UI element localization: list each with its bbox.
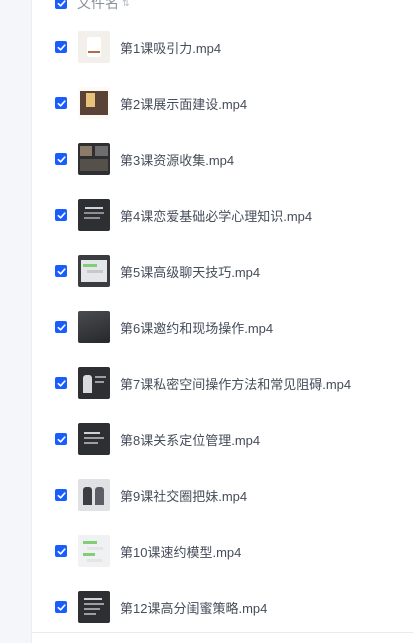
checkmark-icon: [57, 491, 66, 499]
checkmark-icon: [57, 99, 66, 107]
file-name[interactable]: 第7课私密空间操作方法和常见阻碍.mp4: [120, 374, 351, 393]
video-thumbnail: [78, 423, 110, 455]
file-name[interactable]: 第9课社交圈把妹.mp4: [120, 486, 247, 505]
file-name[interactable]: 第6课邀约和现场操作.mp4: [120, 318, 273, 337]
list-divider: [32, 632, 413, 633]
video-thumbnail: [78, 143, 110, 175]
file-list: 文件名 ⇅ 第1课吸引力.mp4 第2课展示面建设.mp4 第3课资源收集.mp…: [32, 0, 413, 643]
column-header-label: 文件名: [77, 0, 119, 11]
file-checkbox[interactable]: [55, 97, 67, 109]
checkmark-icon: [57, 435, 66, 443]
file-checkbox[interactable]: [55, 41, 67, 53]
checkmark-icon: [57, 379, 66, 387]
file-row[interactable]: 第8课关系定位管理.mp4: [32, 411, 413, 467]
file-checkbox[interactable]: [55, 433, 67, 445]
file-row[interactable]: 第2课展示面建设.mp4: [32, 75, 413, 131]
file-name[interactable]: 第3课资源收集.mp4: [120, 150, 234, 169]
file-checkbox[interactable]: [55, 601, 67, 613]
file-row[interactable]: 第5课高级聊天技巧.mp4: [32, 243, 413, 299]
video-thumbnail: [78, 591, 110, 623]
file-name[interactable]: 第4课恋爱基础必学心理知识.mp4: [120, 206, 312, 225]
file-checkbox[interactable]: [55, 209, 67, 221]
sidebar-strip: [0, 0, 32, 643]
file-name[interactable]: 第8课关系定位管理.mp4: [120, 430, 260, 449]
file-row[interactable]: 第3课资源收集.mp4: [32, 131, 413, 187]
checkmark-icon: [57, 0, 66, 7]
checkmark-icon: [57, 547, 66, 555]
file-checkbox[interactable]: [55, 489, 67, 501]
file-name[interactable]: 第12课高分闺蜜策略.mp4: [120, 598, 267, 617]
select-all-checkbox[interactable]: [55, 0, 67, 9]
checkmark-icon: [57, 43, 66, 51]
video-thumbnail: [78, 255, 110, 287]
checkmark-icon: [57, 603, 66, 611]
video-thumbnail: [78, 199, 110, 231]
video-thumbnail: [78, 535, 110, 567]
checkmark-icon: [57, 323, 66, 331]
checkmark-icon: [57, 267, 66, 275]
video-thumbnail: [78, 367, 110, 399]
file-name[interactable]: 第10课速约模型.mp4: [120, 542, 241, 561]
video-thumbnail: [78, 87, 110, 119]
video-thumbnail: [78, 31, 110, 63]
file-name[interactable]: 第5课高级聊天技巧.mp4: [120, 262, 260, 281]
file-row[interactable]: 第1课吸引力.mp4: [32, 19, 413, 75]
file-name[interactable]: 第1课吸引力.mp4: [120, 38, 221, 57]
video-thumbnail: [78, 479, 110, 511]
file-row[interactable]: 第4课恋爱基础必学心理知识.mp4: [32, 187, 413, 243]
column-header-filename[interactable]: 文件名 ⇅: [77, 0, 130, 13]
file-checkbox[interactable]: [55, 321, 67, 333]
checkmark-icon: [57, 155, 66, 163]
file-row[interactable]: 第6课邀约和现场操作.mp4: [32, 299, 413, 355]
file-checkbox[interactable]: [55, 545, 67, 557]
checkmark-icon: [57, 211, 66, 219]
file-row[interactable]: 第10课速约模型.mp4: [32, 523, 413, 579]
list-header: 文件名 ⇅: [32, 0, 413, 14]
file-list-panel: 文件名 ⇅ 第1课吸引力.mp4 第2课展示面建设.mp4 第3课资源收集.mp…: [0, 0, 413, 643]
file-checkbox[interactable]: [55, 377, 67, 389]
sort-icon[interactable]: ⇅: [122, 0, 130, 8]
file-row[interactable]: 第7课私密空间操作方法和常见阻碍.mp4: [32, 355, 413, 411]
file-checkbox[interactable]: [55, 153, 67, 165]
file-row[interactable]: 第12课高分闺蜜策略.mp4: [32, 579, 413, 635]
file-row[interactable]: 第9课社交圈把妹.mp4: [32, 467, 413, 523]
file-name[interactable]: 第2课展示面建设.mp4: [120, 94, 247, 113]
file-checkbox[interactable]: [55, 265, 67, 277]
video-thumbnail: [78, 311, 110, 343]
